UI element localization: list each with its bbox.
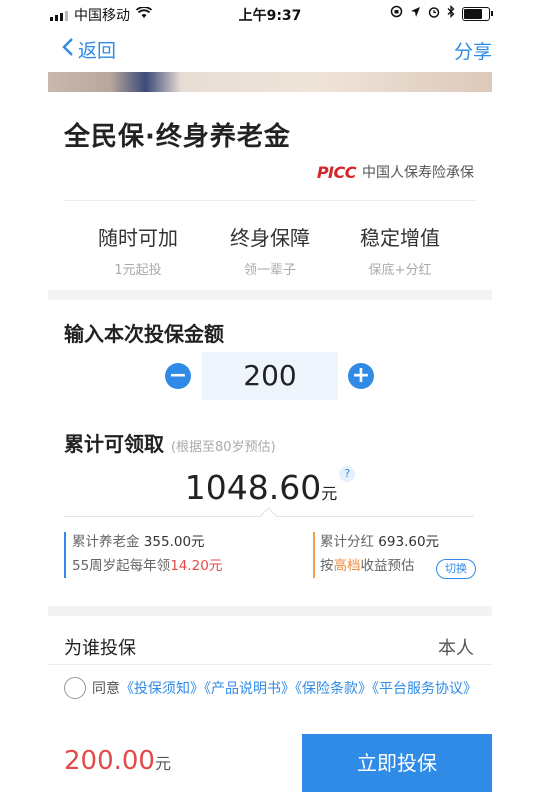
section-gap (48, 606, 492, 616)
tier-row: 按高档收益预估 (320, 554, 439, 578)
pension-label: 累计养老金 (72, 534, 140, 550)
annual-label: 55周岁起每年领 (72, 558, 171, 574)
rotation-lock-icon (390, 5, 403, 22)
price-unit: 元 (154, 754, 171, 773)
status-bar: 中国移动 上午9:37 (0, 0, 540, 26)
tier-value: 高档 (333, 558, 361, 574)
decrease-button[interactable]: − (165, 363, 191, 389)
dividend-label: 累计分红 (320, 534, 374, 550)
amount-input[interactable]: 200 (202, 352, 338, 400)
increase-button[interactable]: + (348, 363, 374, 389)
picc-logo: PICC (316, 162, 357, 182)
divider (48, 664, 492, 665)
doc-link-service[interactable]: 《平台服务协议》 (372, 681, 477, 697)
pension-block: 累计养老金 355.00元 55周岁起每年领14.20元 (72, 530, 222, 578)
feature-title: 稳定增值 (360, 226, 440, 250)
feature-title: 终身保障 (230, 226, 310, 250)
alarm-icon (428, 6, 440, 22)
bluetooth-icon (447, 4, 455, 22)
chevron-left-icon (62, 37, 74, 62)
buy-now-button[interactable]: 立即投保 (302, 734, 492, 792)
dividend-row: 累计分红 693.60元 (320, 530, 439, 554)
plus-icon: + (351, 363, 371, 388)
location-icon (410, 6, 421, 22)
agree-checkbox[interactable] (64, 677, 86, 699)
total-heading: 累计可领取 (根据至80岁预估) (64, 428, 276, 457)
insured-label: 为谁投保 (64, 638, 136, 659)
feature-item: 随时可加 1元起投 (68, 222, 208, 278)
annual-value: 14.20元 (170, 558, 223, 574)
feature-sub: 保底+分红 (368, 263, 432, 278)
total-hint: (根据至80岁预估) (170, 440, 276, 455)
tier-suffix: 收益预估 (360, 558, 415, 574)
annual-row: 55周岁起每年领14.20元 (72, 554, 222, 578)
divider (64, 200, 476, 201)
feature-item: 终身保障 领一辈子 (200, 222, 340, 278)
dividend-value: 693.60元 (378, 534, 440, 550)
pension-value: 355.00元 (143, 534, 205, 550)
section-gap (48, 290, 492, 300)
back-label: 返回 (78, 40, 117, 62)
banner-image (48, 72, 492, 92)
switch-tier-button[interactable]: 切换 (436, 559, 476, 579)
total-value: 1048.60 (184, 468, 322, 507)
total-label: 累计可领取 (64, 432, 164, 456)
status-right (390, 4, 493, 22)
total-value-row: 1048.60元? (0, 466, 540, 507)
feature-sub: 领一辈子 (243, 263, 296, 278)
dividend-block: 累计分红 693.60元 按高档收益预估 (320, 530, 439, 578)
insurer-info: PICC 中国人保寿险承保 (317, 162, 474, 182)
agreement-text: 同意《投保须知》《产品说明书》《保险条款》《平台服务协议》 (92, 677, 484, 701)
total-unit: 元 (321, 484, 338, 503)
back-button[interactable]: 返回 (62, 36, 116, 63)
footer-price: 200.00元 (64, 746, 171, 776)
feature-sub: 1元起投 (114, 263, 162, 278)
insured-value[interactable]: 本人 (438, 634, 474, 660)
help-icon[interactable]: ? (339, 466, 356, 482)
agree-prefix: 同意 (92, 681, 120, 697)
minus-icon: − (168, 363, 188, 388)
pension-row: 累计养老金 355.00元 (72, 530, 222, 554)
pension-marker (64, 532, 66, 578)
feature-title: 随时可加 (98, 226, 178, 250)
insurer-name: 中国人保寿险承保 (362, 165, 474, 181)
doc-link-manual[interactable]: 《产品说明书》 (204, 681, 295, 697)
feature-item: 稳定增值 保底+分红 (330, 222, 470, 278)
doc-link-notice[interactable]: 《投保须知》 (120, 681, 204, 697)
tier-prefix: 按 (320, 558, 334, 574)
doc-link-terms[interactable]: 《保险条款》 (295, 681, 372, 697)
price-value: 200.00 (64, 746, 155, 776)
breakdown-notch (259, 507, 278, 526)
dividend-marker (313, 532, 315, 578)
amount-label: 输入本次投保金额 (64, 322, 224, 346)
battery-icon (462, 6, 493, 21)
product-title: 全民保·终身养老金 (64, 122, 291, 152)
share-button[interactable]: 分享 (454, 37, 492, 64)
nav-bar: 返回 分享 (0, 26, 540, 72)
